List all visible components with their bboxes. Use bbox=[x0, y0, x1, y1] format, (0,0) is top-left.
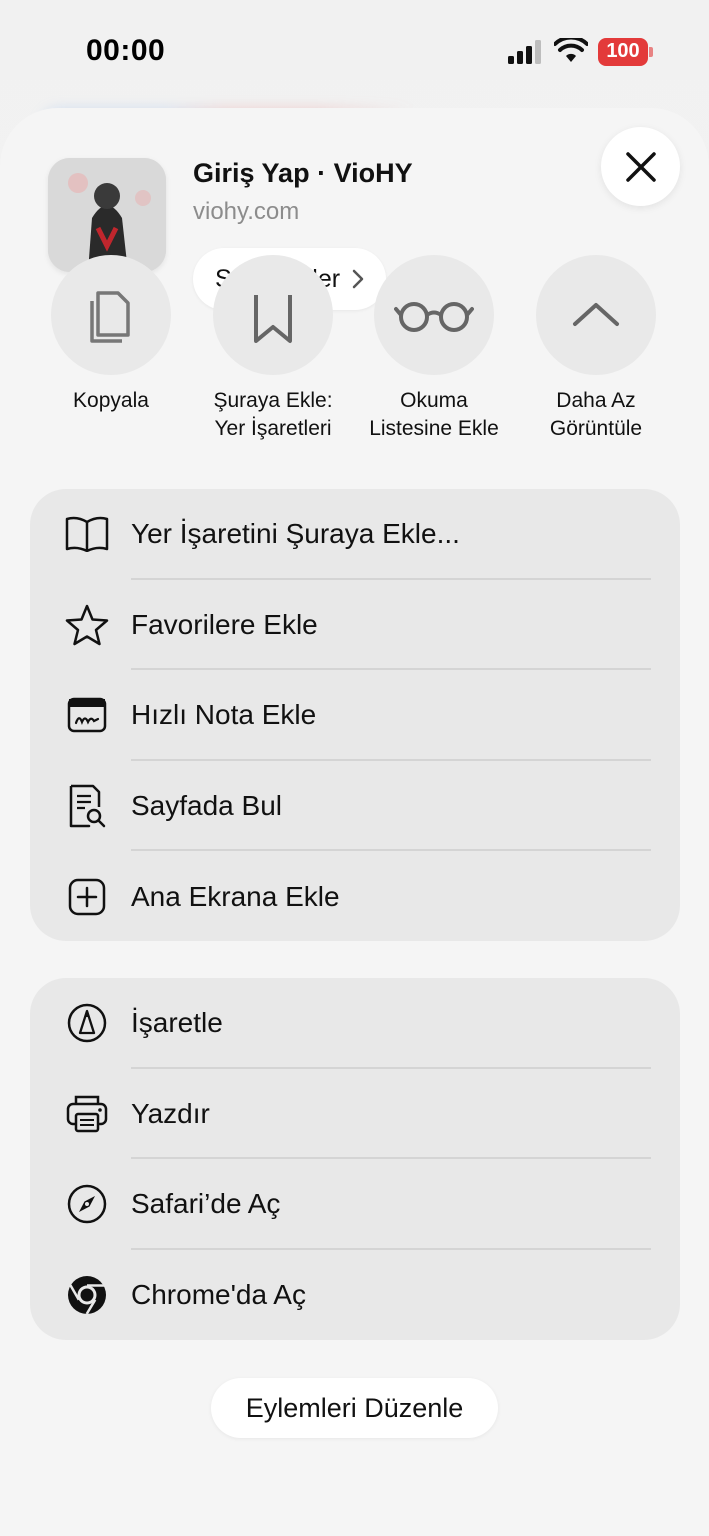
reading-glasses-icon bbox=[394, 302, 474, 332]
menu-group-bookmarks: Yer İşaretini Şuraya Ekle... Favorilere … bbox=[30, 489, 680, 941]
quick-action-label: Daha Az Görüntüle bbox=[549, 389, 643, 440]
wifi-icon bbox=[554, 38, 588, 62]
book-icon bbox=[64, 511, 110, 557]
menu-item-label: Ana Ekrana Ekle bbox=[131, 880, 340, 912]
battery-icon: 100 bbox=[598, 38, 654, 66]
menu-item-add-bookmark-to[interactable]: Yer İşaretini Şuraya Ekle... bbox=[30, 489, 680, 580]
cellular-signal-icon bbox=[508, 40, 541, 64]
edit-actions-button[interactable]: Eylemleri Düzenle bbox=[211, 1378, 498, 1438]
quick-action-view-less[interactable]: Daha Az Görüntüle bbox=[521, 255, 671, 455]
menu-item-label: Chrome'da Aç bbox=[131, 1279, 306, 1311]
copy-icon bbox=[90, 291, 130, 343]
close-button[interactable] bbox=[601, 127, 680, 206]
page-title: Giriş Yap · VioHY bbox=[193, 158, 413, 188]
menu-group-actions: İşaretle Yazdır Safari’de Aç Chrome'da A… bbox=[30, 978, 680, 1340]
quick-action-bookmarks[interactable]: Şuraya Ekle: Yer İşaretleri bbox=[198, 255, 348, 455]
menu-item-quick-note[interactable]: Hızlı Nota Ekle bbox=[30, 670, 680, 761]
menu-item-label: Favorilere Ekle bbox=[131, 608, 318, 640]
compass-icon bbox=[64, 1181, 110, 1227]
menu-item-label: Sayfada Bul bbox=[131, 790, 282, 822]
chevron-up-icon bbox=[573, 303, 619, 326]
menu-item-open-in-chrome[interactable]: Chrome'da Aç bbox=[30, 1250, 680, 1340]
share-sheet-screen: 00:00 100 Giriş Yap · VioHY viohy.com Ko… bbox=[0, 0, 709, 1536]
menu-item-add-to-home-screen[interactable]: Ana Ekrana Ekle bbox=[30, 851, 680, 941]
quick-action-copy[interactable]: Kopyala bbox=[36, 255, 186, 455]
quick-action-label: Kopyala bbox=[73, 389, 149, 412]
battery-level: 100 bbox=[606, 40, 640, 62]
status-bar: 00:00 100 bbox=[0, 0, 709, 105]
menu-item-print[interactable]: Yazdır bbox=[30, 1069, 680, 1160]
menu-item-label: Safari’de Aç bbox=[131, 1188, 281, 1220]
menu-item-open-in-safari[interactable]: Safari’de Aç bbox=[30, 1159, 680, 1250]
menu-item-label: İşaretle bbox=[131, 1007, 223, 1039]
page-url: viohy.com bbox=[193, 198, 300, 225]
menu-item-add-to-favorites[interactable]: Favorilere Ekle bbox=[30, 580, 680, 671]
quick-note-icon bbox=[64, 692, 110, 738]
add-square-icon bbox=[64, 874, 110, 920]
markup-icon bbox=[64, 1000, 110, 1046]
menu-item-label: Yazdır bbox=[131, 1097, 210, 1129]
find-in-page-icon bbox=[64, 783, 110, 829]
quick-action-label: Okuma Listesine Ekle bbox=[369, 389, 499, 440]
chrome-icon bbox=[64, 1272, 110, 1318]
quick-action-reading-list[interactable]: Okuma Listesine Ekle bbox=[359, 255, 509, 455]
close-icon bbox=[625, 151, 656, 182]
quick-action-label: Şuraya Ekle: Yer İşaretleri bbox=[213, 389, 333, 440]
menu-item-label: Hızlı Nota Ekle bbox=[131, 699, 317, 731]
bookmark-icon bbox=[254, 295, 292, 343]
star-icon bbox=[64, 602, 110, 648]
menu-item-find-on-page[interactable]: Sayfada Bul bbox=[30, 761, 680, 852]
menu-item-label: Yer İşaretini Şuraya Ekle... bbox=[131, 518, 460, 550]
status-time: 00:00 bbox=[86, 34, 166, 67]
menu-item-markup[interactable]: İşaretle bbox=[30, 978, 680, 1069]
printer-icon bbox=[64, 1091, 110, 1137]
